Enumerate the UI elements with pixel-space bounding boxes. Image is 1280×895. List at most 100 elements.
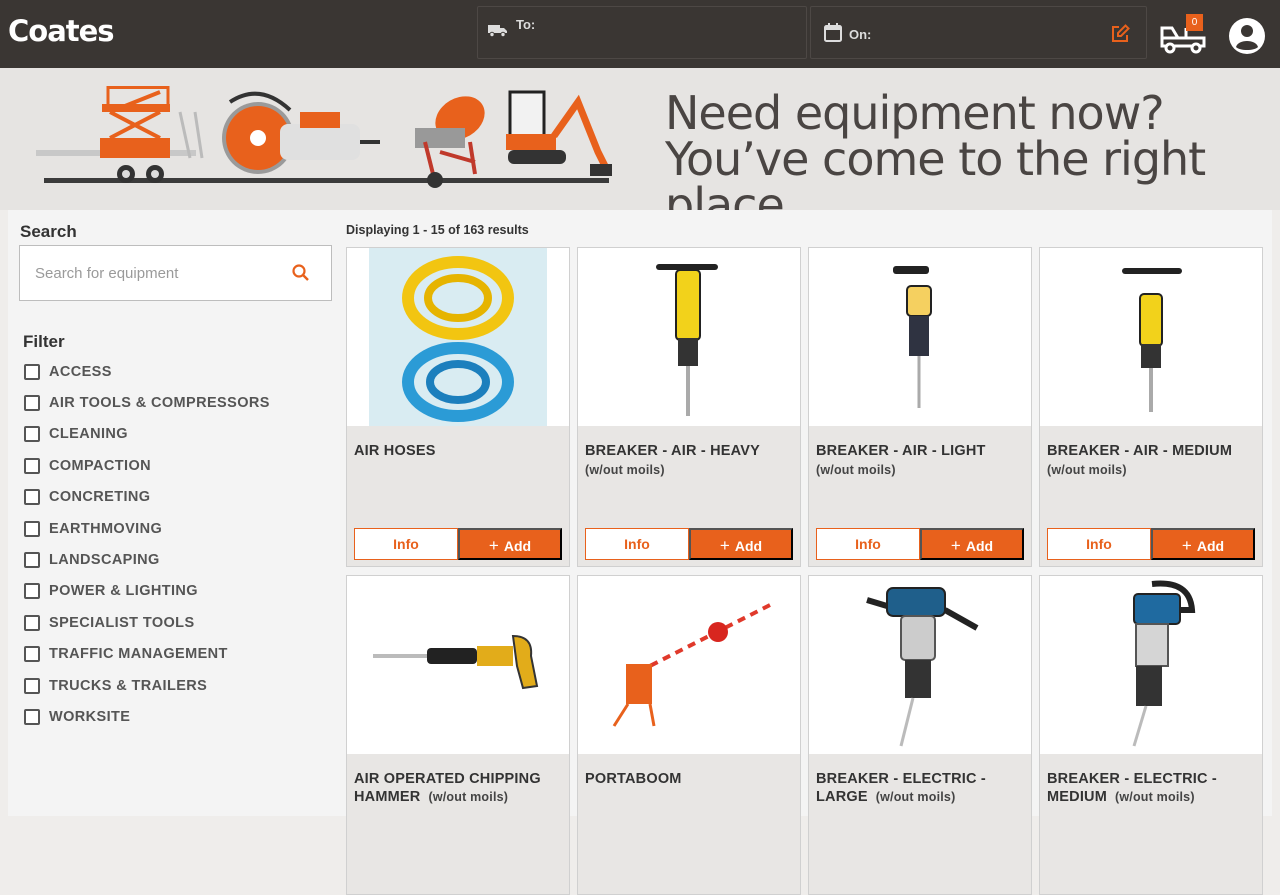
filter-item[interactable]: CONCRETING — [24, 482, 270, 513]
filter-item[interactable]: WORKSITE — [24, 701, 270, 732]
product-name: BREAKER - AIR - HEAVY — [585, 443, 760, 459]
filter-label[interactable]: SPECIALIST TOOLS — [49, 615, 195, 631]
cart-count-badge: 0 — [1186, 14, 1203, 31]
edit-icon[interactable] — [1110, 24, 1130, 49]
product-image[interactable] — [347, 576, 569, 754]
filter-label[interactable]: CLEANING — [49, 426, 128, 442]
filter-item[interactable]: SPECIALIST TOOLS — [24, 607, 270, 638]
product-card: BREAKER - AIR - MEDIUM (w/out moils) Info… — [1039, 247, 1263, 567]
filter-item[interactable]: TRUCKS & TRAILERS — [24, 670, 270, 701]
sidebar: Search Filter ACCESS AIR TOOLS & COMPRESS… — [8, 210, 338, 816]
filter-item[interactable]: LANDSCAPING — [24, 544, 270, 575]
add-button[interactable]: + Add — [458, 528, 562, 560]
filter-checkbox[interactable] — [24, 614, 40, 631]
top-bar: Coates To: On: 0 — [0, 0, 1280, 68]
product-subtitle: (w/out moils) — [428, 790, 509, 804]
filter-item[interactable]: ACCESS — [24, 356, 270, 387]
coates-logo[interactable]: Coates — [8, 14, 115, 48]
filter-item[interactable]: CLEANING — [24, 419, 270, 450]
add-label: Add — [503, 538, 532, 554]
product-title: BREAKER - ELECTRIC - MEDIUM (w/out moils) — [1047, 770, 1257, 806]
filter-label[interactable]: COMPACTION — [49, 458, 151, 474]
product-card: BREAKER - AIR - HEAVY (w/out moils) Info … — [577, 247, 801, 567]
delivery-to-field[interactable]: To: — [477, 6, 807, 59]
product-title: PORTABOOM — [585, 770, 795, 788]
product-card: AIR OPERATED CHIPPING HAMMER (w/out moils… — [346, 575, 570, 895]
tagline-line-1: Need equipment now? — [665, 86, 1165, 140]
filter-label[interactable]: TRUCKS & TRAILERS — [49, 678, 207, 694]
add-label: Add — [734, 538, 763, 554]
results-panel: Displaying 1 - 15 of 163 results AIR HOS… — [338, 210, 1272, 895]
filter-label[interactable]: WORKSITE — [49, 709, 130, 725]
product-subtitle: (w/out moils) — [1115, 790, 1195, 804]
product-image[interactable] — [809, 576, 1031, 754]
filter-checkbox[interactable] — [24, 363, 40, 380]
product-image[interactable] — [1040, 248, 1262, 426]
search-input[interactable] — [20, 246, 280, 300]
product-title: BREAKER - AIR - LIGHT (w/out moils) — [816, 442, 1026, 479]
filter-label[interactable]: POWER & LIGHTING — [49, 583, 198, 599]
filter-checkbox[interactable] — [24, 520, 40, 537]
add-label: Add — [965, 538, 994, 554]
filter-label[interactable]: CONCRETING — [49, 489, 150, 505]
filter-label[interactable]: EARTHMOVING — [49, 521, 162, 537]
product-image[interactable] — [1040, 576, 1262, 754]
product-name: AIR HOSES — [354, 443, 436, 459]
filter-checkbox[interactable] — [24, 583, 40, 600]
filter-label[interactable]: LANDSCAPING — [49, 552, 160, 568]
filter-heading: Filter — [23, 332, 65, 351]
product-card: BREAKER - AIR - LIGHT (w/out moils) Info … — [808, 247, 1032, 567]
product-card: BREAKER - ELECTRIC - MEDIUM (w/out moils) — [1039, 575, 1263, 895]
product-title: AIR OPERATED CHIPPING HAMMER (w/out moils… — [354, 770, 564, 806]
date-on-field[interactable]: On: — [810, 6, 1147, 59]
equipment-illustration — [36, 86, 612, 188]
plus-icon: + — [719, 536, 730, 555]
filter-checkbox[interactable] — [24, 646, 40, 663]
product-image[interactable] — [578, 248, 800, 426]
filter-checkbox[interactable] — [24, 457, 40, 474]
user-icon[interactable] — [1228, 17, 1266, 60]
info-button[interactable]: Info — [585, 528, 689, 560]
product-title: AIR HOSES — [354, 442, 564, 460]
filter-item[interactable]: COMPACTION — [24, 450, 270, 481]
filter-label[interactable]: AIR TOOLS & COMPRESSORS — [49, 395, 270, 411]
add-button[interactable]: + Add — [920, 528, 1024, 560]
add-button[interactable]: + Add — [1151, 528, 1255, 560]
plus-icon: + — [950, 536, 961, 555]
filter-item[interactable]: AIR TOOLS & COMPRESSORS — [24, 387, 270, 418]
search-box[interactable] — [19, 245, 332, 301]
truck-icon — [488, 23, 508, 42]
filter-checkbox[interactable] — [24, 552, 40, 569]
product-title: BREAKER - AIR - HEAVY (w/out moils) — [585, 442, 795, 479]
product-card: PORTABOOM — [577, 575, 801, 895]
banner-tagline: Need equipment now? You’ve come to the r… — [665, 90, 1280, 228]
filter-checkbox[interactable] — [24, 395, 40, 412]
product-name: BREAKER - AIR - MEDIUM — [1047, 443, 1233, 459]
filter-label[interactable]: TRAFFIC MANAGEMENT — [49, 646, 228, 662]
filter-checkbox[interactable] — [24, 489, 40, 506]
add-label: Add — [1196, 538, 1225, 554]
product-subtitle: (w/out moils) — [1047, 463, 1127, 477]
info-button[interactable]: Info — [354, 528, 458, 560]
product-subtitle: (w/out moils) — [816, 463, 896, 477]
search-icon[interactable] — [292, 264, 309, 286]
product-subtitle: (w/out moils) — [875, 790, 956, 804]
to-label: To: — [516, 17, 536, 32]
product-image[interactable] — [578, 576, 800, 754]
add-button[interactable]: + Add — [689, 528, 793, 560]
filter-checkbox[interactable] — [24, 708, 40, 725]
product-card: AIR HOSES Info + Add — [346, 247, 570, 567]
filter-checkbox[interactable] — [24, 677, 40, 694]
filter-item[interactable]: EARTHMOVING — [24, 513, 270, 544]
filter-label[interactable]: ACCESS — [49, 364, 112, 380]
product-image[interactable] — [809, 248, 1031, 426]
filter-item[interactable]: POWER & LIGHTING — [24, 576, 270, 607]
product-image[interactable] — [347, 248, 569, 426]
info-button[interactable]: Info — [816, 528, 920, 560]
product-card: BREAKER - ELECTRIC - LARGE (w/out moils) — [808, 575, 1032, 895]
product-subtitle: (w/out moils) — [585, 463, 665, 477]
filter-item[interactable]: TRAFFIC MANAGEMENT — [24, 639, 270, 670]
plus-icon: + — [488, 536, 499, 555]
filter-checkbox[interactable] — [24, 426, 40, 443]
info-button[interactable]: Info — [1047, 528, 1151, 560]
